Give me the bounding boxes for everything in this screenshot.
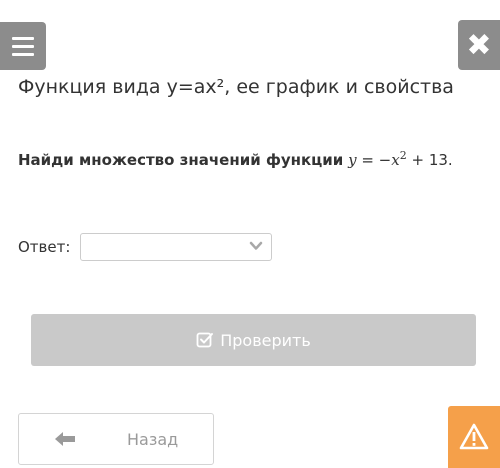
page-title: Функция вида y=ax², ее график и свойства (18, 76, 454, 98)
menu-button[interactable] (0, 22, 46, 70)
close-icon: ✖ (466, 27, 492, 63)
hamburger-icon (12, 36, 34, 40)
report-problem-button[interactable] (448, 406, 500, 468)
answer-dropdown[interactable] (80, 233, 273, 261)
arrow-left-icon (55, 432, 75, 446)
check-button-label: Проверить (220, 330, 311, 350)
hamburger-icon-line (12, 52, 34, 56)
close-button[interactable]: ✖ (458, 20, 500, 70)
back-button-label: Назад (127, 430, 179, 449)
check-button[interactable]: Проверить (31, 314, 476, 366)
question-text: Найди множество значений функции y = −x2… (18, 144, 480, 172)
checkbox-icon (196, 332, 214, 348)
answer-row: Ответ: (18, 232, 273, 262)
question-formula-tail: + 13. (406, 151, 453, 169)
chevron-down-icon (250, 241, 263, 250)
question-prompt: Найди множество значений функции (18, 151, 344, 169)
question-formula: y = −x2 (348, 149, 407, 169)
back-button[interactable]: Назад (18, 413, 214, 465)
warning-icon (459, 423, 489, 450)
answer-label: Ответ: (18, 238, 71, 256)
hamburger-icon-line (12, 44, 34, 48)
